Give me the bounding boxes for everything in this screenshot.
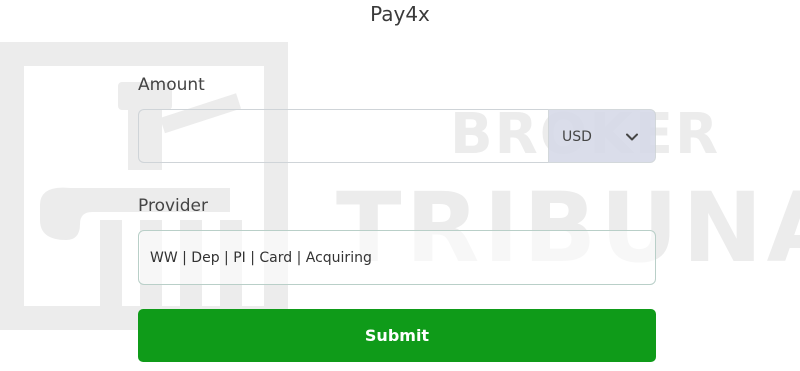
currency-select[interactable]: USD xyxy=(548,109,656,163)
provider-select[interactable]: WW | Dep | PI | Card | Acquiring xyxy=(138,230,656,285)
provider-label: Provider xyxy=(138,196,208,216)
page-title: Pay4x xyxy=(370,2,430,26)
submit-button[interactable]: Submit xyxy=(138,309,656,362)
amount-field-group: USD xyxy=(138,109,656,163)
amount-label: Amount xyxy=(138,75,205,95)
amount-input[interactable] xyxy=(138,109,548,163)
currency-value: USD xyxy=(562,129,592,145)
provider-value: WW | Dep | PI | Card | Acquiring xyxy=(150,250,372,266)
payment-page: BROKER TRIBUNAL Pay4x Amount USD Provide… xyxy=(0,0,800,371)
chevron-down-icon xyxy=(626,133,638,141)
